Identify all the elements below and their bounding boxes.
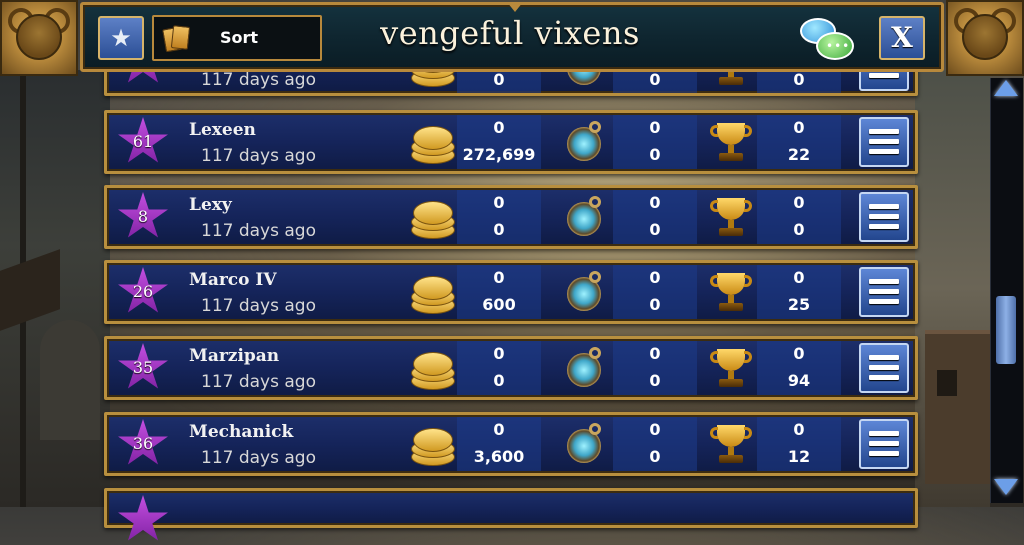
gem-icon [565, 423, 605, 467]
last-seen: 117 days ago [201, 372, 316, 392]
gold-coins-icon [409, 272, 455, 314]
trophies-total: 25 [787, 295, 811, 314]
gems-today: 0 [649, 193, 661, 212]
member-name: Mechanick [189, 422, 294, 442]
scroll-down-arrow-icon[interactable] [992, 476, 1020, 498]
level-star-icon [118, 495, 168, 541]
trophy-icon [710, 121, 752, 165]
member-menu-button[interactable] [859, 343, 909, 393]
gem-icon [565, 196, 605, 240]
scroll-up-arrow-icon[interactable] [992, 80, 1020, 102]
member-menu-button[interactable] [859, 419, 909, 469]
member-menu-button[interactable] [859, 267, 909, 317]
gems-today: 0 [649, 344, 661, 363]
gold-total: 0 [493, 220, 505, 239]
member-name: Marco IV [189, 270, 277, 290]
gem-icon [565, 271, 605, 315]
gold-coins-icon [409, 424, 455, 466]
member-level: 35 [132, 358, 154, 377]
gold-today: 0 [493, 344, 505, 363]
member-row[interactable]: 61 Lexeen 117 days ago 0 272,699 0 0 0 2… [104, 110, 918, 174]
trophies-today: 0 [793, 268, 805, 287]
close-button[interactable]: X [879, 16, 925, 60]
last-seen: 117 days ago [201, 448, 316, 468]
background-scenery-left [0, 70, 110, 507]
sort-button[interactable]: Sort [152, 15, 322, 61]
ram-skull-ornament-icon [946, 0, 1024, 76]
trophies-today: 0 [793, 420, 805, 439]
trophies-total: 12 [787, 447, 811, 466]
background-scenery-right [915, 70, 995, 507]
member-level: 36 [132, 434, 154, 453]
scrollbar-thumb[interactable] [996, 296, 1016, 364]
member-row[interactable]: 8 Lexy 117 days ago 0 0 0 0 0 0 [104, 185, 918, 249]
member-level: 61 [132, 132, 154, 151]
rank-button[interactable]: ★ [98, 16, 144, 60]
scrollbar-track[interactable] [990, 78, 1023, 503]
top-bar: ★ Sort vengeful vixens ••• X [0, 0, 1024, 78]
gold-total: 600 [482, 295, 516, 314]
gems-total: 0 [649, 295, 661, 314]
gold-coins-icon [409, 348, 455, 390]
member-level: 26 [132, 282, 154, 301]
member-name: Lexeen [189, 120, 256, 140]
gold-today: 0 [493, 268, 505, 287]
member-name: Lexy [189, 195, 232, 215]
trophy-icon [710, 271, 752, 315]
trophies-today: 0 [793, 344, 805, 363]
gold-total: 0 [493, 371, 505, 390]
member-menu-button[interactable] [859, 117, 909, 167]
gem-icon [565, 121, 605, 165]
trophy-icon [710, 423, 752, 467]
star-medal-icon: ★ [110, 24, 132, 52]
sort-button-label: Sort [219, 28, 259, 47]
gold-today: 0 [493, 420, 505, 439]
member-row[interactable]: 35 Marzipan 117 days ago 0 0 0 0 0 94 [104, 336, 918, 400]
gold-today: 0 [493, 193, 505, 212]
trophy-icon [710, 196, 752, 240]
member-menu-button[interactable] [859, 192, 909, 242]
gold-coins-icon [409, 197, 455, 239]
gems-total: 0 [649, 371, 661, 390]
trophies-today: 0 [793, 193, 805, 212]
gems-total: 0 [649, 145, 661, 164]
member-level: 8 [137, 207, 149, 226]
trophies-total: 0 [793, 220, 805, 239]
member-row[interactable]: 26 Marco IV 117 days ago 0 600 0 0 0 25 [104, 260, 918, 324]
ram-skull-ornament-icon [0, 0, 78, 76]
gems-total: 0 [649, 447, 661, 466]
trophies-today: 0 [793, 118, 805, 137]
guild-title: vengeful vixens [380, 14, 640, 52]
member-name: Marzipan [189, 346, 280, 366]
trophies-total: 22 [787, 145, 811, 164]
gold-total: 3,600 [473, 447, 525, 466]
trophies-total: 94 [787, 371, 811, 390]
gold-today: 0 [493, 118, 505, 137]
member-row[interactable]: 36 Mechanick 117 days ago 0 3,600 0 0 0 … [104, 412, 918, 476]
gems-today: 0 [649, 118, 661, 137]
last-seen: 117 days ago [201, 296, 316, 316]
gems-today: 0 [649, 268, 661, 287]
last-seen: 117 days ago [201, 221, 316, 241]
trophy-icon [710, 347, 752, 391]
gems-today: 0 [649, 420, 661, 439]
gold-total: 272,699 [462, 145, 536, 164]
gold-coins-icon [409, 122, 455, 164]
member-row-partial[interactable] [104, 488, 918, 541]
gem-icon [565, 347, 605, 391]
chat-bubbles-icon[interactable]: ••• [800, 18, 856, 62]
gems-total: 0 [649, 220, 661, 239]
last-seen: 117 days ago [201, 146, 316, 166]
